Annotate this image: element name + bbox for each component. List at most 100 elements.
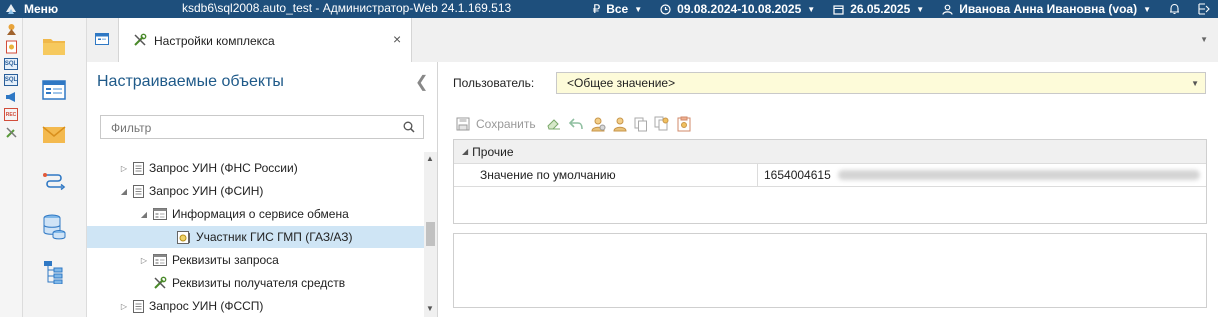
tools-icon [134,33,147,46]
chevron-down-icon: ▼ [634,4,643,14]
exit-button[interactable] [1198,3,1210,15]
save-button[interactable]: Сохранить [456,117,536,131]
tree-item[interactable]: ▷ Запрос УИН (ФССП) [87,295,424,317]
tree-item[interactable]: ◢ Информация о сервисе обмена [87,203,424,225]
expand-icon[interactable]: ▷ [119,302,129,311]
document-icon [133,161,144,175]
calendar-icon [833,4,844,15]
chevron-down-icon[interactable]: ▼ [1200,35,1208,44]
database-icon[interactable] [42,214,66,240]
clock-icon [660,3,671,15]
editor-toolbar: Сохранить [456,115,698,133]
user-settings-icon[interactable] [590,116,606,132]
eraser-icon[interactable] [546,117,562,131]
collapse-icon[interactable]: ◢ [119,187,129,196]
window-title: ksdb6\sql2008.auto_test - Администратор-… [182,1,512,15]
period-selector[interactable]: 09.08.2024-10.08.2025 ▼ [660,2,815,16]
save-icon [456,117,470,131]
home-form-icon[interactable] [95,33,109,45]
column-divider [757,164,758,186]
close-icon[interactable]: × [393,31,401,47]
tree-item[interactable]: ◢ Запрос УИН (ФСИН) [87,180,424,202]
document-icon [133,184,144,198]
date-selector[interactable]: 26.05.2025 ▼ [833,2,924,16]
bell-icon [1170,3,1179,15]
tree-item-label: Реквизиты получателя средств [172,276,346,290]
collapse-panel-icon[interactable]: ❮ [415,72,428,92]
clipboard-icon[interactable] [676,116,692,132]
undo-icon[interactable] [568,117,584,131]
user-select[interactable]: <Общее значение> ▼ [556,72,1206,94]
ruble-icon: ₽ [592,2,601,16]
copy-icon[interactable] [634,117,648,132]
search-icon[interactable] [403,121,415,133]
property-row[interactable]: Значение по умолчанию 1654004615 [454,163,1206,187]
report-icon[interactable]: REC [4,108,18,121]
chevron-down-icon: ▼ [807,4,816,14]
redacted-text [838,170,1200,180]
user-field-label: Пользователь: [453,76,535,90]
tab-label: Настройки комплекса [154,34,275,48]
tab-settings[interactable]: Настройки комплекса × [118,18,412,63]
scroll-down-icon[interactable]: ▼ [426,304,434,313]
description-area [453,233,1207,308]
folder-icon[interactable] [42,36,66,56]
chevron-down-icon: ▼ [1143,4,1151,14]
document-icon [133,299,144,313]
tree-item[interactable]: ▷ Запрос УИН (ФНС России) [87,157,424,179]
tree-scrollbar[interactable]: ▲ ▼ [424,152,437,317]
panel-title: Настраиваемые объекты [97,73,284,90]
tab-bar: Настройки комплекса × ▼ [87,18,1218,63]
quick-tools-strip: SQL SQL REC [0,18,23,317]
scroll-up-icon[interactable]: ▲ [426,154,434,163]
main-navigation [23,18,87,317]
user-value: Иванова Анна Ивановна (voa) [959,2,1138,16]
form-icon[interactable] [42,80,66,100]
currency-selector[interactable]: ₽ Все ▼ [593,2,643,16]
tree-item-label: Запрос УИН (ФСИН) [149,184,264,198]
tree-item-label: Информация о сервисе обмена [172,207,349,221]
collapse-icon[interactable]: ◢ [139,210,149,219]
expand-icon[interactable]: ▷ [139,256,149,265]
megaphone-icon[interactable] [4,90,18,104]
objects-tree: ▷ Запрос УИН (ФНС России) ◢ Запрос УИН (… [87,152,424,317]
category-label: Прочие [472,144,514,159]
collapse-icon[interactable]: ◢ [462,147,468,156]
tools-icon[interactable] [4,125,18,139]
document-settings-icon[interactable] [4,40,18,54]
form-icon [153,254,167,266]
top-bar: Меню ksdb6\sql2008.auto_test - Администр… [0,0,1218,18]
scrollbar-thumb[interactable] [426,222,435,246]
user-selector[interactable]: Иванова Анна Ивановна (voa) ▼ [942,2,1151,16]
tree-item-selected[interactable]: Участник ГИС ГМП (ГАЗ/АЗ) [87,226,424,248]
notifications-button[interactable] [1169,3,1180,15]
wizard-icon[interactable] [4,22,18,36]
settings-form-icon [177,231,190,244]
property-value[interactable]: 1654004615 [764,168,831,182]
expand-icon[interactable]: ▷ [119,164,129,173]
chevron-down-icon[interactable]: ▼ [1191,79,1199,88]
sql-icon[interactable]: SQL [4,74,18,86]
filter-input[interactable] [109,117,393,139]
tree-item-label: Участник ГИС ГМП (ГАЗ/АЗ) [196,230,353,244]
mail-icon[interactable] [42,126,66,144]
menu-label: Меню [24,2,59,16]
copy-settings-icon[interactable] [654,116,670,132]
menu-button[interactable]: Меню [0,2,204,16]
route-icon[interactable] [42,170,66,192]
tree-item[interactable]: ▷ Реквизиты запроса [87,249,424,271]
property-name: Значение по умолчанию [480,168,616,182]
user-icon[interactable] [612,116,628,132]
tree-item[interactable]: Реквизиты получателя средств [87,272,424,294]
exit-icon [1198,3,1210,15]
app-logo-icon [6,4,16,14]
tree-item-label: Запрос УИН (ФНС России) [149,161,298,175]
form-icon [153,208,167,220]
tree-row-partial [87,152,424,156]
tools-icon [154,276,167,289]
date-value: 26.05.2025 [850,2,911,16]
tree-item-label: Запрос УИН (ФССП) [149,299,264,313]
property-category[interactable]: ◢ Прочие [454,140,1206,163]
sql-icon[interactable]: SQL [4,58,18,70]
hierarchy-icon[interactable] [42,260,64,284]
